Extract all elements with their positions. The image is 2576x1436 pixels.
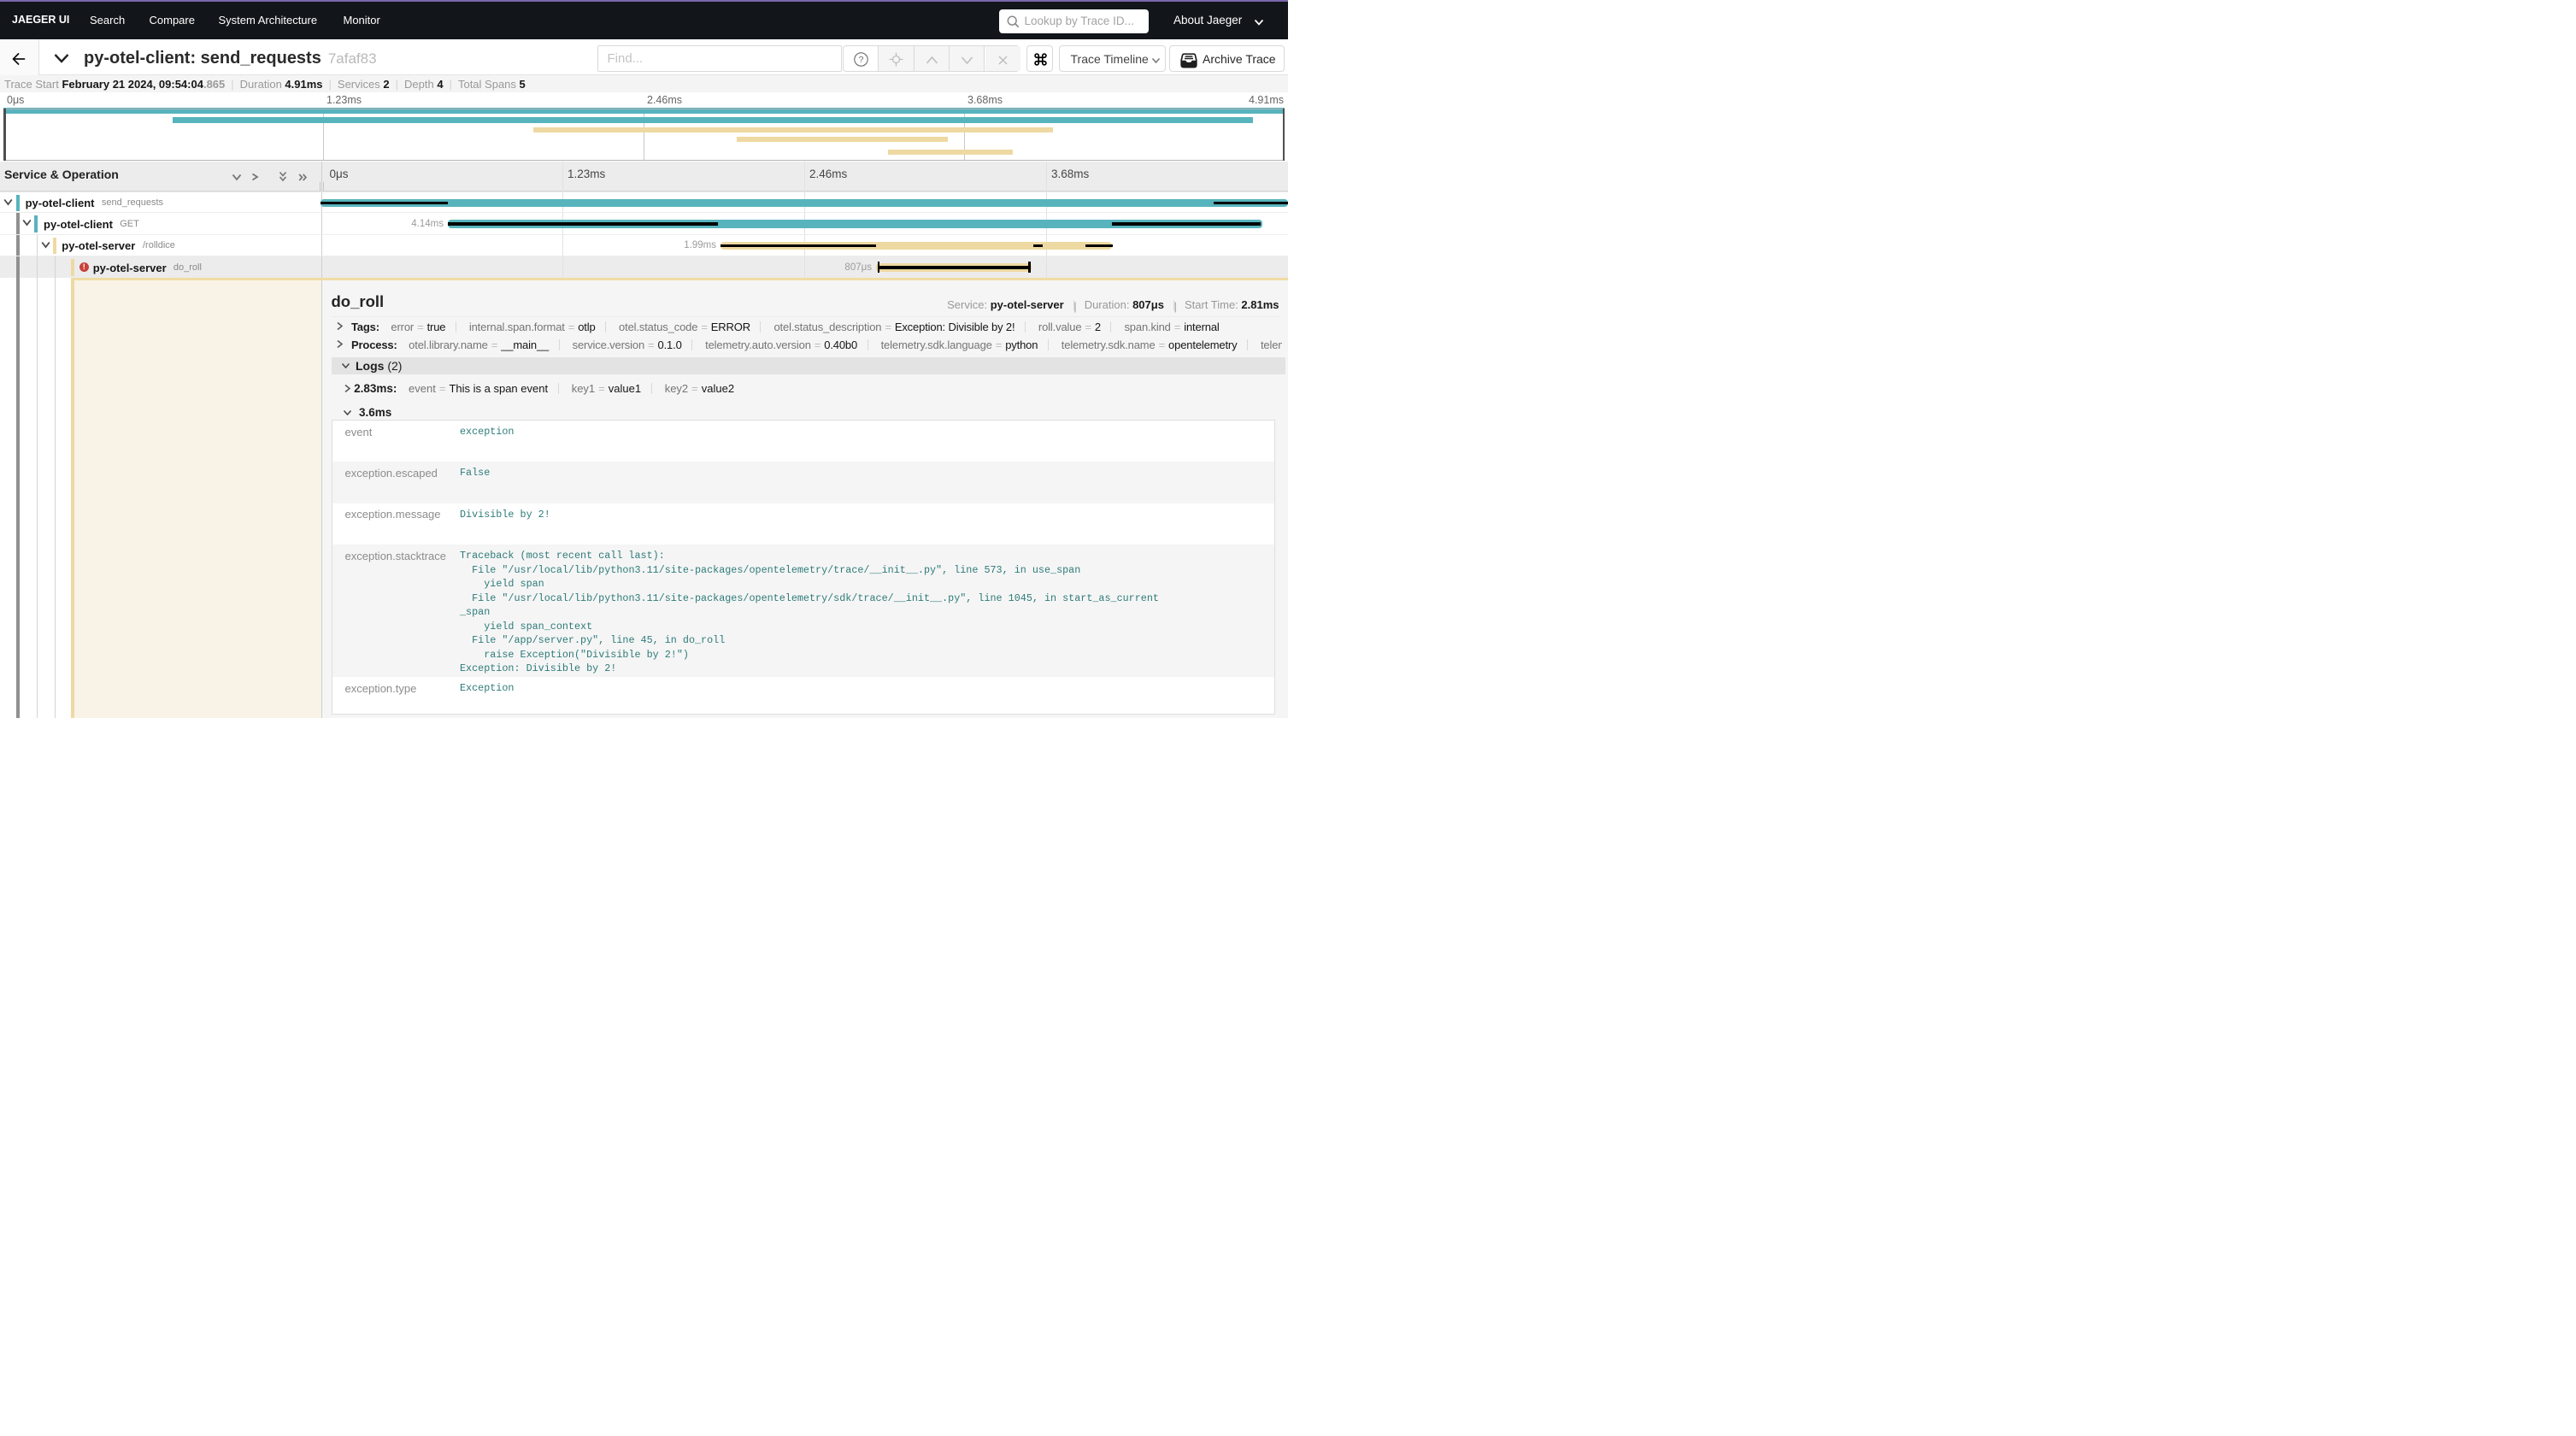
svg-text:?: ? [859,55,864,65]
